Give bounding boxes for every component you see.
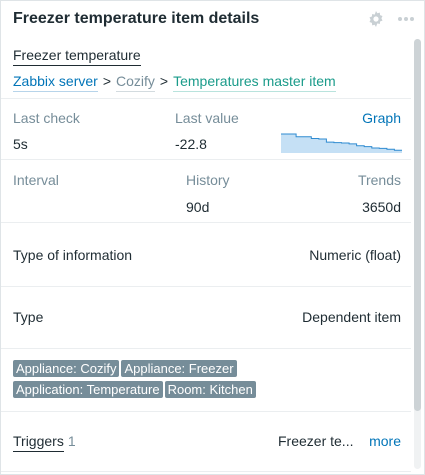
type-of-information-value: Numeric (float) <box>309 247 401 263</box>
more-options-icon[interactable] <box>396 9 416 29</box>
widget-content: Freezer temperature Zabbix server > Cozify… <box>1 37 411 474</box>
divider <box>1 159 411 160</box>
type-label: Type <box>13 309 44 325</box>
scrollbar[interactable] <box>414 39 421 469</box>
trigger-name: Freezer te... <box>278 433 354 449</box>
last-check-value: 5s <box>13 136 28 152</box>
item-details-widget: Freezer temperature item details Freezer… <box>0 0 425 475</box>
last-check-label: Last check <box>13 110 80 126</box>
widget-header: Freezer temperature item details <box>1 1 424 37</box>
triggers-label[interactable]: Triggers <box>13 433 64 452</box>
breadcrumb-template[interactable]: Cozify <box>116 73 155 92</box>
trends-label: Trends <box>357 172 401 188</box>
triggers-count: 1 <box>67 433 76 449</box>
divider <box>1 286 411 287</box>
interval-label: Interval <box>13 172 59 188</box>
last-value-label: Last value <box>175 110 239 126</box>
graph-link[interactable]: Graph <box>362 110 401 126</box>
more-link[interactable]: more <box>369 433 401 449</box>
tag: Application: Temperature <box>13 381 163 398</box>
tag: Appliance: Freezer <box>121 360 237 377</box>
tag: Appliance: Cozify <box>13 360 120 377</box>
breadcrumb-host[interactable]: Zabbix server <box>13 73 98 92</box>
history-label: History <box>186 172 230 188</box>
tag: Room: Kitchen <box>164 381 256 398</box>
trends-value: 3650d <box>362 199 401 215</box>
history-value: 90d <box>186 199 210 215</box>
breadcrumb-separator: > <box>102 73 111 89</box>
breadcrumb-separator: > <box>159 73 169 89</box>
gear-icon[interactable] <box>366 9 386 29</box>
sparkline <box>281 133 402 153</box>
divider <box>1 222 411 223</box>
scrollbar-thumb[interactable] <box>414 39 421 411</box>
breadcrumb-master-item[interactable]: Temperatures master item <box>173 73 336 92</box>
type-of-information-label: Type of information <box>13 247 133 263</box>
breadcrumb: Zabbix server > Cozify > Temperatures master… <box>13 73 336 92</box>
widget-title: Freezer temperature item details <box>13 10 260 27</box>
last-value-value: -22.8 <box>175 136 207 152</box>
divider <box>1 348 411 349</box>
divider <box>1 411 411 412</box>
type-value: Dependent item <box>302 309 401 325</box>
item-name-link[interactable]: Freezer temperature <box>13 47 141 66</box>
divider <box>1 98 411 99</box>
tag-list: Appliance: Cozify Appliance: Freezer Appli… <box>13 360 408 402</box>
divider <box>1 471 411 472</box>
triggers-row: Triggers 1 <box>13 433 76 452</box>
